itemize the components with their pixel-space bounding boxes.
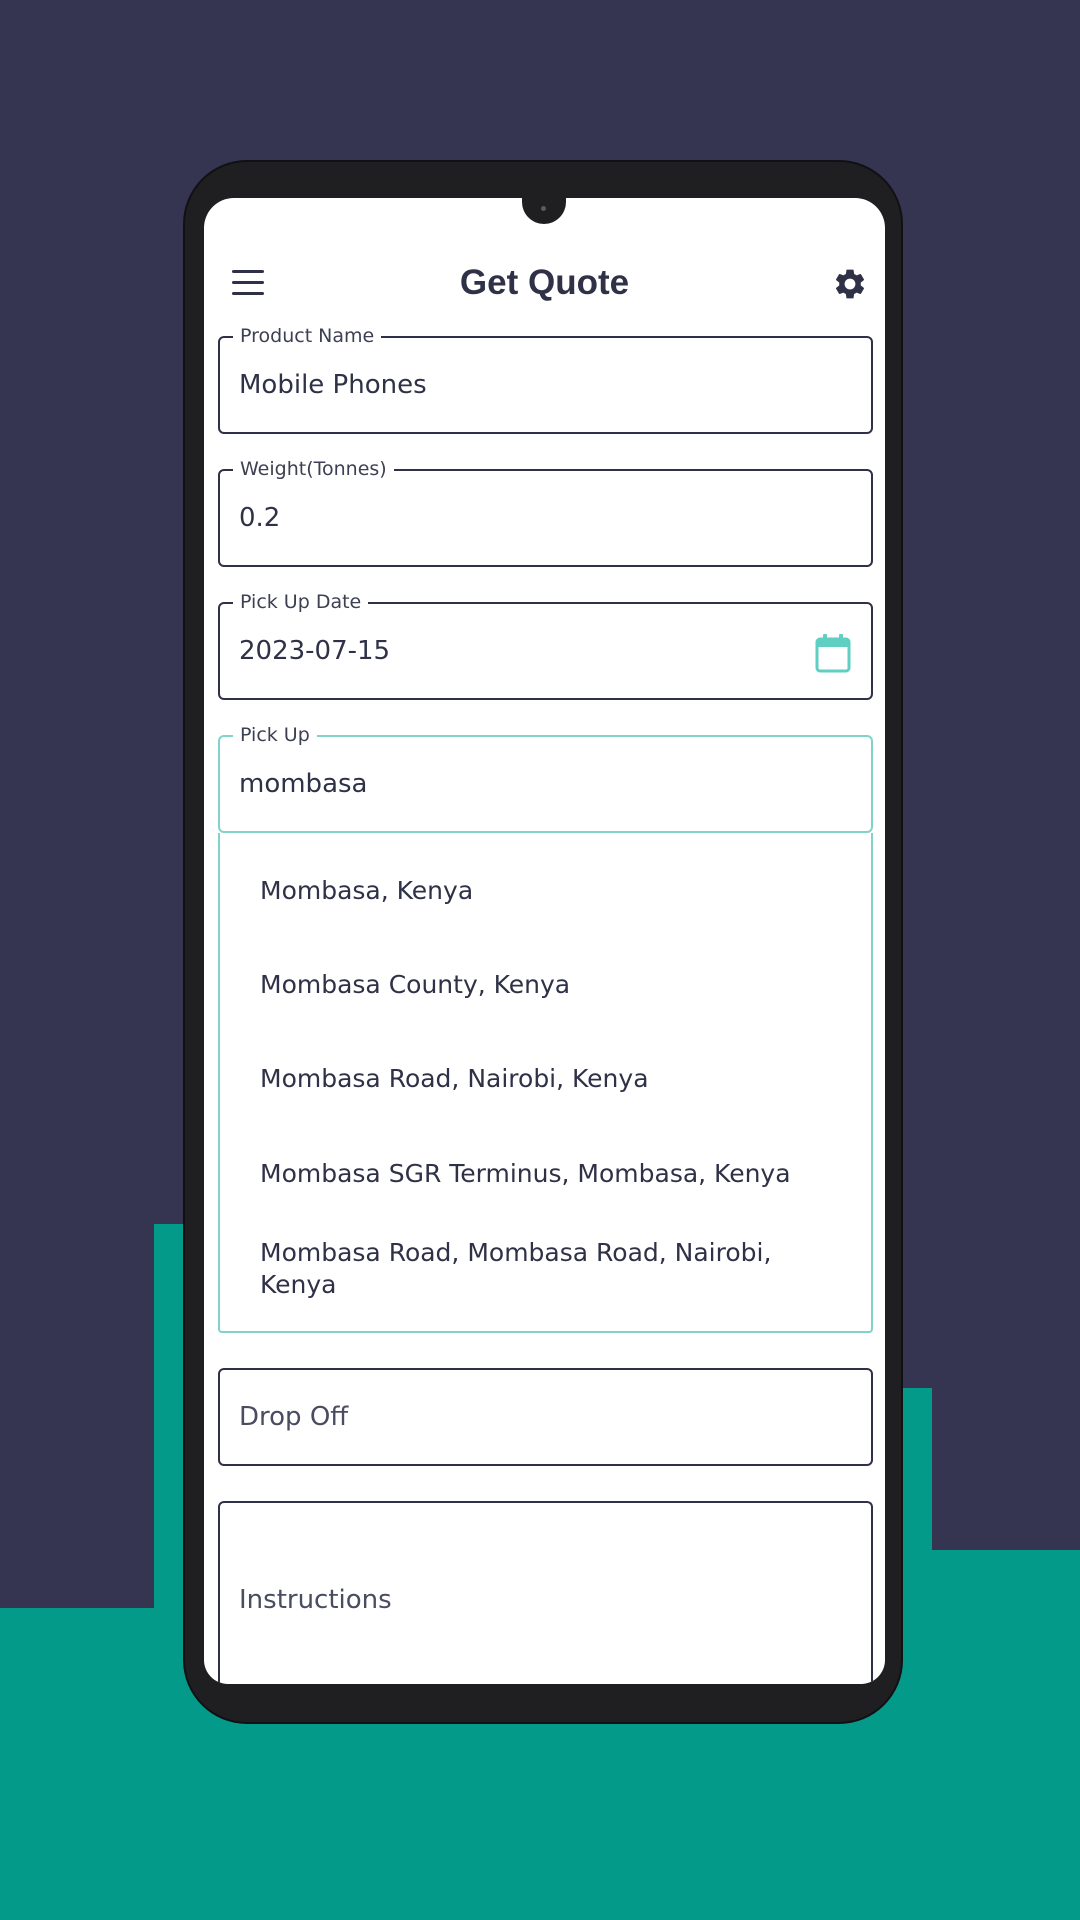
instructions-placeholder: Instructions [239, 1585, 392, 1615]
suggestion-item[interactable]: Mombasa, Kenya [260, 875, 820, 907]
pickup-input-value: mombasa [239, 769, 368, 799]
app-screen: Get Quote Product Name Mobile Phones Wei… [204, 198, 885, 1684]
dropoff-placeholder: Drop Off [239, 1402, 349, 1432]
pickup-field[interactable]: Pick Up mombasa [218, 724, 873, 833]
app-bar: Get Quote [204, 248, 885, 318]
pickup-date-value: 2023-07-15 [239, 636, 391, 666]
suggestion-item[interactable]: Mombasa Road, Nairobi, Kenya [260, 1063, 820, 1095]
gear-icon[interactable] [832, 266, 868, 302]
instructions-field[interactable]: Instructions [218, 1501, 873, 1684]
suggestion-item[interactable]: Mombasa SGR Terminus, Mombasa, Kenya [260, 1158, 820, 1190]
product-name-field[interactable]: Product Name Mobile Phones [218, 325, 873, 434]
camera-notch [522, 198, 566, 224]
weight-value: 0.2 [239, 503, 281, 533]
pickup-suggestions-list: Mombasa, Kenya Mombasa County, Kenya Mom… [218, 833, 873, 1333]
pickup-date-field[interactable]: Pick Up Date 2023-07-15 [218, 591, 873, 700]
suggestion-item[interactable]: Mombasa Road, Mombasa Road, Nairobi, Ken… [260, 1237, 820, 1301]
page-title: Get Quote [459, 263, 630, 302]
calendar-icon[interactable] [815, 633, 851, 673]
product-name-value: Mobile Phones [239, 370, 427, 400]
dropoff-field[interactable]: Drop Off [218, 1368, 873, 1466]
background-teal-shape [930, 1550, 1080, 1920]
suggestion-item[interactable]: Mombasa County, Kenya [260, 969, 820, 1001]
weight-field[interactable]: Weight(Tonnes) 0.2 [218, 458, 873, 567]
